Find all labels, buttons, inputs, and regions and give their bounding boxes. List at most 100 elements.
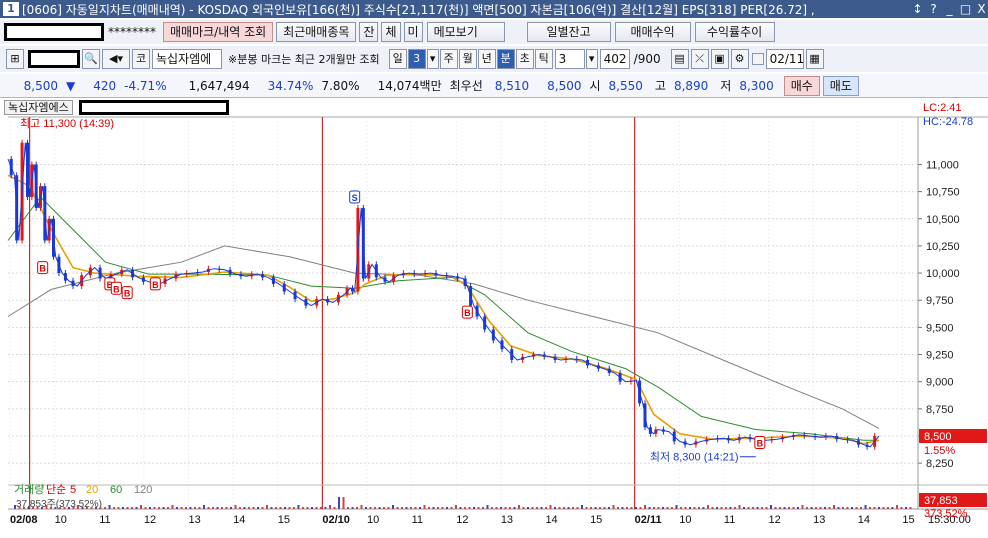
y-tick-label: 9,750 (926, 295, 954, 307)
minimize-icon[interactable]: _ (943, 2, 956, 16)
period-second[interactable]: 초 (515, 49, 534, 69)
volume-legend-item: 거래량 (14, 483, 44, 496)
resize-icon[interactable]: ↕ (911, 2, 924, 16)
stock-code-field[interactable] (28, 50, 80, 68)
volume-bar (230, 507, 232, 509)
volume-bar (27, 507, 30, 509)
volume-bar (662, 507, 664, 509)
volume-bar (90, 507, 93, 509)
speaker-icon[interactable]: ◀▾ (102, 49, 130, 69)
volume-bar (225, 507, 228, 509)
period-dropdown-icon[interactable]: ▾ (426, 49, 439, 69)
search-icon[interactable]: 🔍 (82, 49, 100, 69)
period-tick[interactable]: 틱 (534, 49, 553, 69)
volume-bar (869, 507, 871, 509)
volume-bar (216, 507, 219, 509)
volume-bar (59, 507, 61, 509)
x-tick-label: 14 (858, 514, 870, 526)
stock-name-field[interactable]: 녹십자엠에 (152, 49, 222, 69)
volume-legend-item: 20 (86, 484, 98, 496)
volume-bar (468, 507, 471, 509)
period-day-count[interactable]: 3 (407, 49, 426, 69)
volume-bar (527, 507, 529, 509)
gear-icon[interactable]: ⚙ (730, 49, 749, 69)
volume-bar (288, 507, 291, 509)
trade-profit-button[interactable]: 매매수익 (614, 22, 691, 42)
volume-bar (509, 507, 511, 509)
close-icon[interactable]: X (975, 2, 988, 16)
cross-icon[interactable]: ⤫ (690, 49, 709, 69)
volume-bar (302, 507, 304, 509)
chart-settings-icon[interactable]: ⊞ (6, 49, 24, 69)
volume-bar (671, 507, 673, 509)
volume-bar (419, 507, 421, 509)
volume-bar (707, 505, 709, 509)
volume-bar (806, 507, 808, 509)
current-pct-label: 1.55% (924, 445, 955, 457)
calendar-icon[interactable]: ▦ (805, 49, 824, 69)
interval-dropdown-icon[interactable]: ▾ (585, 49, 598, 69)
volume-bar (72, 507, 75, 509)
volume: 1,647,494 (188, 78, 250, 93)
trade-marker-label: B (757, 439, 764, 449)
count-field[interactable]: 402 (599, 49, 630, 69)
volume-bar (99, 507, 102, 509)
window-title: [0606] 자동일지차트(매매내역) - KOSDAQ 외국인보유[166(천… (22, 2, 815, 17)
volume-bar (68, 507, 70, 509)
volume-bar (158, 507, 160, 509)
volume-bar (248, 507, 250, 509)
volume-bar (905, 507, 907, 509)
sell-button[interactable]: 매도 (822, 75, 859, 96)
volume-bar (684, 507, 687, 509)
trade-marker-label: B (39, 264, 46, 274)
buy-button[interactable]: 매수 (783, 75, 820, 96)
volume-bar (410, 507, 412, 509)
x-tick-label: 12 (769, 514, 781, 526)
volume-legend-item: 120 (134, 484, 152, 496)
interval-field[interactable]: 3 (554, 49, 585, 69)
volume-bar (572, 507, 574, 509)
help-icon[interactable]: ? (927, 2, 940, 16)
mi-button[interactable]: 미 (403, 22, 423, 42)
volume-bar (891, 507, 894, 509)
recent-trades-button[interactable]: 최근매매종목 (276, 22, 357, 42)
volume-bar (351, 507, 354, 509)
volume-bar (32, 507, 34, 509)
period-month[interactable]: 월 (458, 49, 477, 69)
volume-bar (180, 507, 183, 509)
x-tick-label: 13 (813, 514, 825, 526)
volume-bar (50, 507, 52, 509)
volume-bar (720, 507, 723, 509)
volume-bar (171, 505, 174, 509)
volume-bar (279, 507, 282, 509)
profit-trend-button[interactable]: 수익률추이 (694, 22, 775, 42)
market-code-prefix[interactable]: 코 (132, 49, 150, 69)
account-number-field[interactable] (4, 23, 104, 41)
volume-bar (144, 507, 147, 509)
save-icon[interactable]: ▣ (710, 49, 729, 69)
che-button[interactable]: 체 (381, 22, 401, 42)
daily-balance-button[interactable]: 일별잔고 (526, 22, 611, 42)
period-minute[interactable]: 분 (496, 49, 515, 69)
price-chart[interactable]: 11,000 10,750 10,500 10,250 10,000 9,750 9,500… (4, 99, 988, 535)
period-day[interactable]: 일 (388, 49, 407, 69)
date-checkbox[interactable] (751, 53, 764, 65)
maximize-icon[interactable]: □ (959, 2, 972, 16)
volume-bar (45, 505, 48, 509)
volume-bar (626, 507, 628, 509)
price-change: 420 (93, 78, 117, 93)
jan-button[interactable]: 잔 (359, 22, 379, 42)
volume-bar (540, 507, 543, 509)
date-field[interactable]: 02/11 (765, 49, 804, 69)
volume-bar (234, 505, 237, 509)
volume-bar (135, 507, 138, 509)
chart-type-icon[interactable]: ▤ (670, 49, 689, 69)
x-tick-label: 15 (902, 514, 914, 526)
volume-bar (95, 507, 97, 509)
trade-mark-button[interactable]: 매매마크/내역 조회 (163, 22, 274, 42)
period-week[interactable]: 주 (439, 49, 458, 69)
volume-bar (252, 507, 255, 509)
memo-button[interactable]: 메모보기 (426, 22, 505, 42)
period-year[interactable]: 년 (477, 49, 496, 69)
volume-bar (360, 505, 363, 509)
